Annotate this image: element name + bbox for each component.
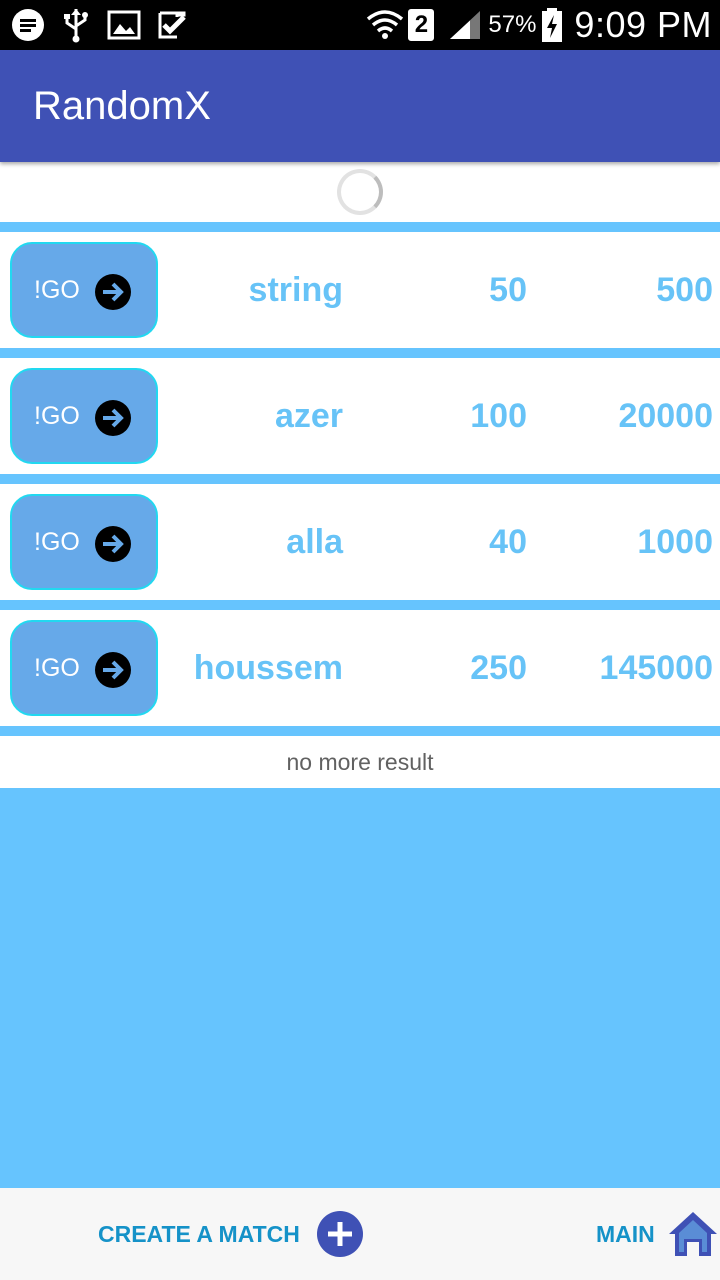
wifi-icon: [366, 8, 404, 42]
notification-icons: [10, 7, 202, 43]
signal-icon: [448, 9, 482, 41]
go-button-label: !GO: [34, 527, 80, 556]
main-button[interactable]: MAIN: [596, 1188, 719, 1280]
no-more-results-text: no more result: [0, 736, 720, 788]
battery-percent: 57%: [488, 11, 537, 38]
home-icon: [668, 1212, 717, 1256]
item-value-1: 100: [470, 397, 527, 435]
clock: 9:09 PM: [574, 4, 712, 45]
app-bar: RandomX: [0, 50, 720, 162]
bottom-navigation-bar: CREATE A MATCH MAIN: [0, 1188, 720, 1280]
item-value-1: 40: [489, 523, 527, 561]
list-item: !GO alla 40 1000: [0, 484, 720, 600]
go-button[interactable]: !GO: [10, 494, 158, 590]
list-item: !GO string 50 500: [0, 232, 720, 348]
sim-slot-badge: 2: [408, 9, 435, 41]
battery-icon: [540, 7, 564, 43]
usb-icon: [58, 7, 94, 43]
loading-row: [0, 162, 720, 222]
go-button[interactable]: !GO: [10, 368, 158, 464]
messenger-icon: [10, 7, 46, 43]
status-bar: 2 57% 9:09 PM: [0, 0, 720, 50]
main-label: MAIN: [596, 1220, 655, 1247]
app-title: RandomX: [33, 83, 211, 128]
item-name: houssem: [193, 649, 343, 687]
loading-spinner-icon: [337, 169, 383, 215]
add-circle-icon: [316, 1211, 363, 1257]
item-value-1: 250: [470, 649, 527, 687]
create-match-button[interactable]: CREATE A MATCH: [98, 1188, 364, 1280]
go-button[interactable]: !GO: [10, 620, 158, 716]
arrow-right-circle-icon: [95, 400, 131, 436]
item-name: alla: [286, 523, 343, 561]
go-button-label: !GO: [34, 653, 80, 682]
list-item: !GO azer 100 20000: [0, 358, 720, 474]
item-value-2: 145000: [599, 649, 713, 687]
item-value-2: 1000: [637, 523, 713, 561]
item-value-2: 20000: [618, 397, 713, 435]
image-icon: [106, 7, 142, 43]
create-match-label: CREATE A MATCH: [98, 1220, 300, 1247]
arrow-right-circle-icon: [95, 274, 131, 310]
item-value-2: 500: [656, 271, 713, 309]
go-button-label: !GO: [34, 401, 80, 430]
check-icon: [154, 7, 190, 43]
arrow-right-circle-icon: [95, 652, 131, 688]
item-name: azer: [274, 397, 343, 435]
go-button-label: !GO: [34, 275, 80, 304]
item-value-1: 50: [489, 271, 527, 309]
arrow-right-circle-icon: [95, 526, 131, 562]
system-indicators: 2 57% 9:09 PM: [366, 4, 712, 46]
go-button[interactable]: !GO: [10, 242, 158, 338]
item-name: string: [248, 271, 343, 309]
list-item: !GO houssem 250 145000: [0, 610, 720, 726]
